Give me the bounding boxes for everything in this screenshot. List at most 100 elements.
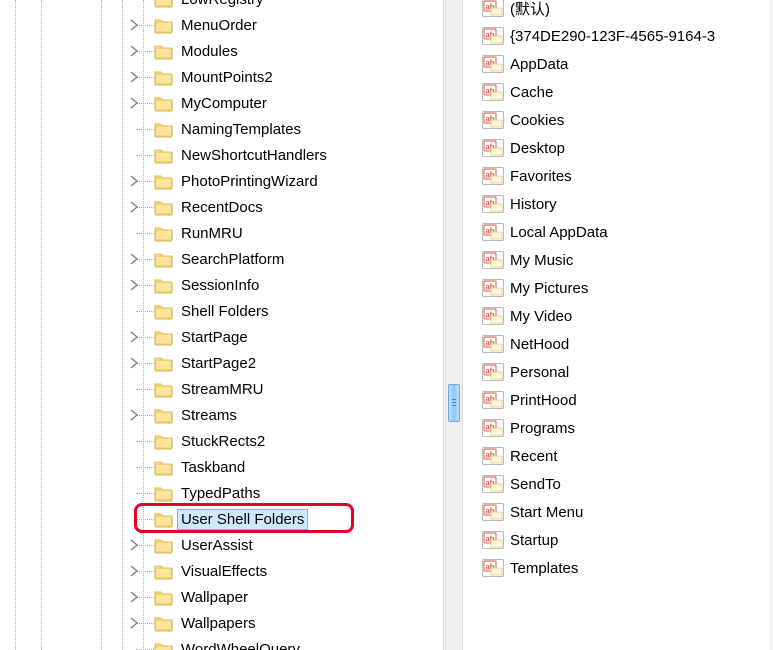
value-row[interactable]: Cache [482, 78, 773, 106]
expand-icon[interactable] [128, 71, 140, 83]
value-name: SendTo [510, 476, 561, 493]
tree-item[interactable]: Wallpapers [134, 610, 444, 636]
tree-connector [134, 194, 154, 220]
tree-connector [134, 532, 154, 558]
expand-icon[interactable] [128, 331, 140, 343]
tree-item[interactable]: StuckRects2 [134, 428, 444, 454]
value-row[interactable]: Templates [482, 554, 773, 582]
value-row[interactable]: NetHood [482, 330, 773, 358]
tree-item-label: UserAssist [178, 536, 256, 555]
tree-pane: LowRegistry MenuOrder Modules MountPoints2 M… [0, 0, 444, 650]
tree-item[interactable]: UserAssist [134, 532, 444, 558]
tree-item-label: User Shell Folders [178, 510, 307, 529]
value-row[interactable]: Desktop [482, 134, 773, 162]
tree-item[interactable]: LowRegistry [134, 0, 444, 12]
tree-item[interactable]: VisualEffects [134, 558, 444, 584]
value-row[interactable]: (默认) [482, 0, 773, 22]
tree-item[interactable]: Modules [134, 38, 444, 64]
expand-icon[interactable] [128, 565, 140, 577]
tree-item-label: MenuOrder [178, 16, 260, 35]
value-row[interactable]: My Music [482, 246, 773, 274]
expand-icon[interactable] [128, 175, 140, 187]
tree-item[interactable]: MenuOrder [134, 12, 444, 38]
tree-item[interactable]: WordWheelQuery [134, 636, 444, 650]
expand-icon[interactable] [128, 45, 140, 57]
scrollbar-thumb[interactable] [448, 384, 460, 422]
tree-item[interactable]: RunMRU [134, 220, 444, 246]
tree-connector [134, 142, 154, 168]
expand-icon[interactable] [128, 539, 140, 551]
value-row[interactable]: Startup [482, 526, 773, 554]
value-row[interactable]: Local AppData [482, 218, 773, 246]
value-row[interactable]: PrintHood [482, 386, 773, 414]
expand-icon[interactable] [128, 591, 140, 603]
value-name: Local AppData [510, 224, 608, 241]
folder-icon [154, 588, 174, 606]
folder-icon [154, 0, 174, 8]
expand-icon[interactable] [128, 279, 140, 291]
value-row[interactable]: Start Menu [482, 498, 773, 526]
value-row[interactable]: History [482, 190, 773, 218]
value-row[interactable]: AppData [482, 50, 773, 78]
folder-icon [154, 536, 174, 554]
tree-connector [134, 584, 154, 610]
tree-item[interactable]: TypedPaths [134, 480, 444, 506]
tree-item-label: StreamMRU [178, 380, 267, 399]
value-row[interactable]: {374DE290-123F-4565-9164-3 [482, 22, 773, 50]
tree-item[interactable]: RecentDocs [134, 194, 444, 220]
tree-item-label: LowRegistry [178, 0, 267, 9]
value-row[interactable]: Recent [482, 442, 773, 470]
value-row[interactable]: My Pictures [482, 274, 773, 302]
string-value-icon [482, 195, 504, 213]
value-row[interactable]: Cookies [482, 106, 773, 134]
tree-item-label: Shell Folders [178, 302, 272, 321]
tree-item[interactable]: MyComputer [134, 90, 444, 116]
folder-icon [154, 354, 174, 372]
expand-icon[interactable] [128, 253, 140, 265]
tree-connector [134, 0, 154, 12]
value-row[interactable]: Favorites [482, 162, 773, 190]
tree-item[interactable]: User Shell Folders [134, 506, 444, 532]
folder-icon [154, 224, 174, 242]
tree-item[interactable]: Taskband [134, 454, 444, 480]
tree-connector [134, 324, 154, 350]
expand-icon[interactable] [128, 357, 140, 369]
folder-icon [154, 484, 174, 502]
folder-icon [154, 198, 174, 216]
left-pane-scrollbar[interactable] [445, 0, 463, 650]
value-name: Templates [510, 560, 578, 577]
tree-item[interactable]: NewShortcutHandlers [134, 142, 444, 168]
tree-item[interactable]: SessionInfo [134, 272, 444, 298]
value-row[interactable]: Personal [482, 358, 773, 386]
expand-icon[interactable] [128, 617, 140, 629]
expand-icon[interactable] [128, 97, 140, 109]
tree-item-label: NewShortcutHandlers [178, 146, 330, 165]
tree-item[interactable]: StartPage2 [134, 350, 444, 376]
tree-item[interactable]: MountPoints2 [134, 64, 444, 90]
tree-item-label: Modules [178, 42, 241, 61]
expand-icon[interactable] [128, 409, 140, 421]
value-name: My Video [510, 308, 572, 325]
value-name: Personal [510, 364, 569, 381]
tree-item[interactable]: StreamMRU [134, 376, 444, 402]
tree-item[interactable]: StartPage [134, 324, 444, 350]
value-row[interactable]: SendTo [482, 470, 773, 498]
expand-icon[interactable] [128, 201, 140, 213]
value-row[interactable]: My Video [482, 302, 773, 330]
tree-item[interactable]: NamingTemplates [134, 116, 444, 142]
tree-item-label: TypedPaths [178, 484, 263, 503]
tree-item[interactable]: Shell Folders [134, 298, 444, 324]
folder-icon [154, 302, 174, 320]
tree-item[interactable]: Wallpaper [134, 584, 444, 610]
tree-item-label: Taskband [178, 458, 248, 477]
string-value-icon [482, 167, 504, 185]
folder-icon [154, 458, 174, 476]
tree-item-label: MyComputer [178, 94, 270, 113]
expand-icon[interactable] [128, 19, 140, 31]
tree-item[interactable]: PhotoPrintingWizard [134, 168, 444, 194]
tree-item[interactable]: Streams [134, 402, 444, 428]
value-row[interactable]: Programs [482, 414, 773, 442]
tree-connector [134, 272, 154, 298]
string-value-icon [482, 503, 504, 521]
tree-item[interactable]: SearchPlatform [134, 246, 444, 272]
